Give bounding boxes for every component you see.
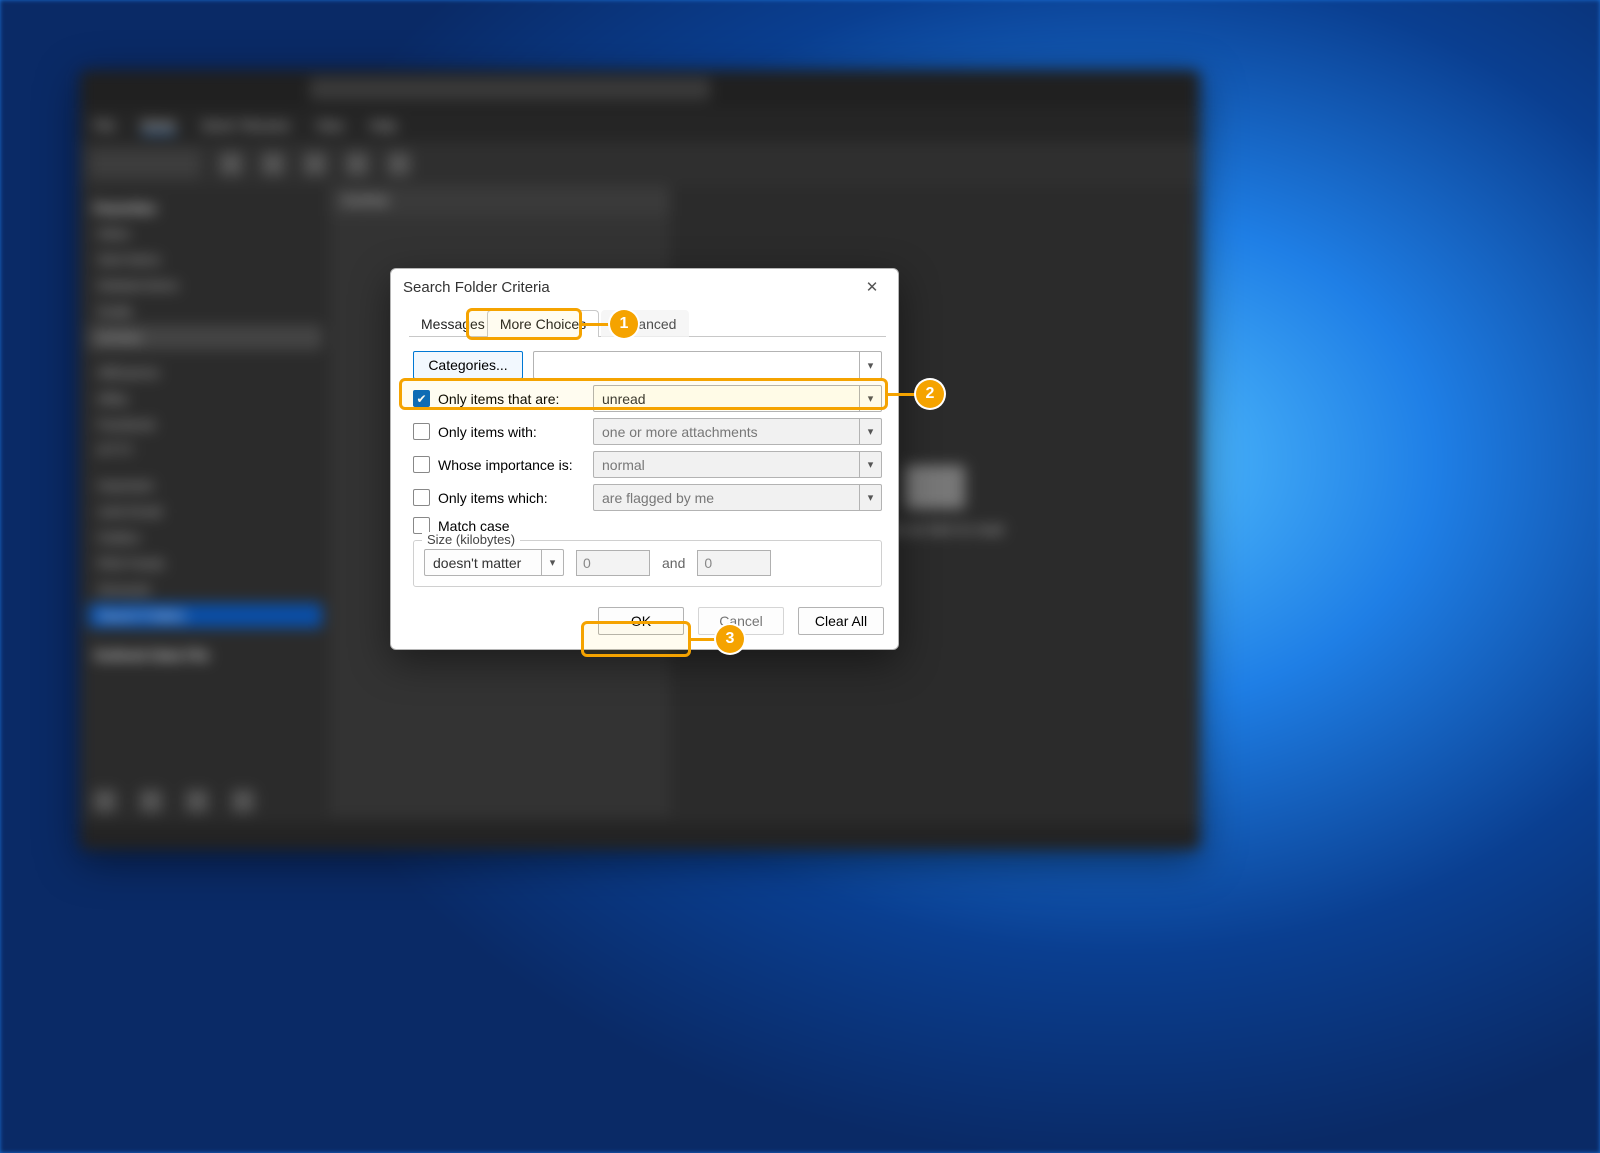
ribbon-tab-send-receive: Send / Receive bbox=[202, 118, 290, 133]
toolbar-icon bbox=[304, 153, 326, 175]
chevron-down-icon[interactable]: ▾ bbox=[859, 419, 881, 444]
checkbox-whose-importance-is[interactable] bbox=[413, 456, 430, 473]
nav-icon bbox=[232, 790, 254, 812]
label-whose-importance-is: Whose importance is: bbox=[438, 457, 573, 473]
close-icon: ✕ bbox=[866, 278, 879, 296]
size-and-label: and bbox=[662, 555, 685, 571]
ribbon-tab-help: Help bbox=[370, 118, 397, 133]
checkbox-only-items-which[interactable] bbox=[413, 489, 430, 506]
nav-icon bbox=[186, 790, 208, 812]
size-group: Size (kilobytes) doesn't matter ▾ and bbox=[413, 540, 882, 587]
label-only-items-that-are: Only items that are: bbox=[438, 391, 559, 407]
favorites-header: Favorites bbox=[88, 196, 322, 220]
toolbar-icon bbox=[220, 153, 242, 175]
toolbar-icon bbox=[388, 153, 410, 175]
cancel-button[interactable]: Cancel bbox=[698, 607, 784, 635]
toolbar-icon bbox=[262, 153, 284, 175]
chevron-down-icon[interactable]: ▾ bbox=[541, 550, 563, 575]
ok-button[interactable]: OK bbox=[598, 607, 684, 635]
chevron-down-icon[interactable]: ▾ bbox=[859, 386, 881, 411]
new-email-button-blurred bbox=[90, 150, 200, 178]
toolbar-icon bbox=[346, 153, 368, 175]
checkbox-only-items-with[interactable] bbox=[413, 423, 430, 440]
categories-button[interactable]: Categories... bbox=[413, 351, 523, 379]
select-only-items-that-are[interactable]: unread ▾ bbox=[593, 385, 882, 412]
select-size-mode[interactable]: doesn't matter ▾ bbox=[424, 549, 564, 576]
dialog-title: Search Folder Criteria bbox=[403, 279, 550, 296]
categories-field[interactable]: ▾ bbox=[533, 351, 882, 379]
tab-messages[interactable]: Messages bbox=[409, 311, 485, 337]
ribbon-tab-home: Home bbox=[141, 117, 176, 134]
tab-strip: Messages More Choices Advanced bbox=[409, 307, 886, 337]
tab-more-choices[interactable]: More Choices bbox=[487, 310, 599, 337]
nav-icon bbox=[140, 790, 162, 812]
tab-advanced[interactable]: Advanced bbox=[601, 310, 689, 337]
size-legend: Size (kilobytes) bbox=[422, 532, 520, 547]
search-folder-criteria-dialog: Search Folder Criteria ✕ Messages More C… bbox=[390, 268, 899, 650]
envelope-icon bbox=[905, 465, 965, 509]
chevron-down-icon[interactable]: ▾ bbox=[859, 352, 881, 378]
outlook-search-blurred bbox=[310, 78, 710, 100]
sidebar-item-search-folders: Search Folders bbox=[88, 603, 322, 628]
checkbox-only-items-that-are[interactable]: ✔ bbox=[413, 390, 430, 407]
size-high-input[interactable] bbox=[697, 550, 771, 576]
nav-icon bbox=[94, 790, 116, 812]
size-low-input[interactable] bbox=[576, 550, 650, 576]
label-only-items-with: Only items with: bbox=[438, 424, 537, 440]
chevron-down-icon[interactable]: ▾ bbox=[859, 452, 881, 477]
close-button[interactable]: ✕ bbox=[852, 273, 892, 301]
select-whose-importance-is[interactable]: normal ▾ bbox=[593, 451, 882, 478]
select-only-items-with[interactable]: one or more attachments ▾ bbox=[593, 418, 882, 445]
clear-all-button[interactable]: Clear All bbox=[798, 607, 884, 635]
label-only-items-which: Only items which: bbox=[438, 490, 548, 506]
select-only-items-which[interactable]: are flagged by me ▾ bbox=[593, 484, 882, 511]
status-bar-blurred bbox=[80, 824, 1200, 850]
archive-header: Archive bbox=[330, 186, 670, 216]
ribbon-tab-file: File bbox=[94, 118, 115, 133]
ribbon-tab-view: View bbox=[316, 118, 344, 133]
chevron-down-icon[interactable]: ▾ bbox=[859, 485, 881, 510]
